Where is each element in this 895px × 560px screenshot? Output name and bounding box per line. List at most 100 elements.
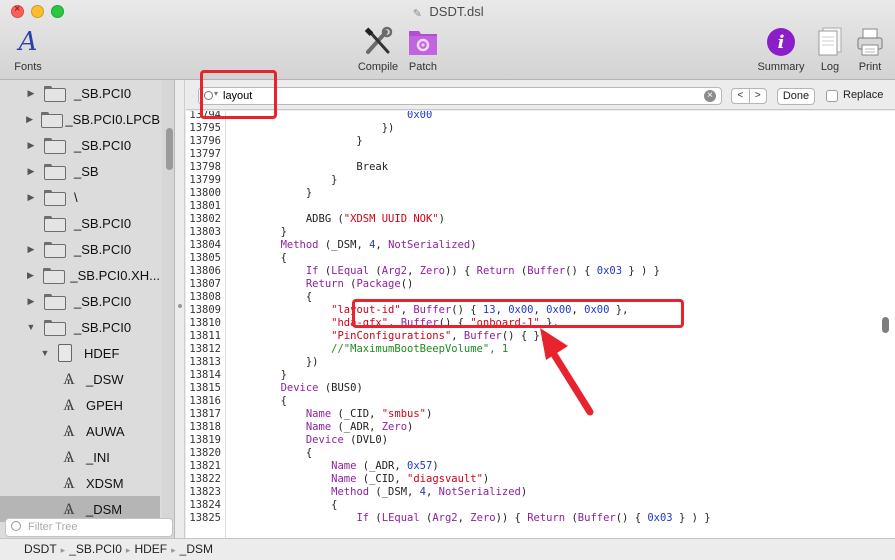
tree-item-label: \ (74, 189, 78, 205)
summary-button[interactable]: i Summary (754, 26, 808, 73)
line-number: 13798 (189, 161, 221, 173)
tree-item-label: _SB.PCI0 (74, 137, 132, 153)
method-icon: Ѧ (63, 447, 75, 466)
filter-tree-input[interactable]: Filter Tree (5, 518, 173, 537)
code-line: 13824 { (186, 499, 886, 512)
path-separator-icon: ▸ (125, 545, 131, 555)
line-number: 13823 (189, 486, 221, 498)
tree-item[interactable]: ▶ _SB.PCI0 (0, 80, 160, 106)
method-icon: Ѧ (63, 421, 75, 440)
code-line: 13806 If (LEqual (Arg2, Zero)) { Return … (186, 265, 886, 278)
patch-icon (405, 26, 441, 58)
line-number: 13809 (189, 304, 221, 316)
code-text: { (230, 291, 313, 303)
compile-button[interactable]: Compile (355, 26, 401, 73)
code-line: 13825 If (LEqual (Arg2, Zero)) { Return … (186, 512, 886, 525)
line-number: 13822 (189, 473, 221, 485)
folder-icon (44, 138, 66, 154)
path-item[interactable]: HDEF (134, 542, 167, 556)
disclosure-collapsed-icon[interactable]: ▶ (26, 166, 36, 177)
tree-item[interactable]: Ѧ _DSW (0, 366, 160, 392)
code-line: 13799 } (186, 174, 886, 187)
path-separator-icon: ▸ (171, 545, 176, 555)
code-text: } (230, 187, 313, 199)
find-input[interactable] (223, 89, 693, 103)
print-button[interactable]: Print (853, 26, 887, 73)
line-number: 13819 (189, 434, 221, 446)
document-proxy-icon[interactable]: ✎ (411, 7, 423, 20)
maciasl-window: ✎ DSDT.dsl A Fonts Compile (0, 0, 895, 560)
line-number: 13814 (189, 369, 221, 381)
replace-checkbox[interactable] (826, 90, 838, 102)
line-number: 13813 (189, 356, 221, 368)
tree-item[interactable]: ▶ _SB.PCI0.LPCB (0, 106, 160, 132)
disclosure-collapsed-icon[interactable]: ▶ (26, 114, 33, 125)
code-line: 13801 (186, 200, 886, 213)
code-line: 13820 { (186, 447, 886, 460)
line-number: 13806 (189, 265, 221, 277)
tree-item[interactable]: ▼ _SB.PCI0 (0, 314, 160, 340)
path-item[interactable]: DSDT (24, 542, 57, 556)
code-line: 13804 Method (_DSM, 4, NotSerialized) (186, 239, 886, 252)
log-button[interactable]: Log (814, 26, 846, 73)
code-text: Device (BUS0) (280, 382, 363, 394)
tree-item[interactable]: ▶ _SB.PCI0 (0, 132, 160, 158)
done-button[interactable]: Done (777, 88, 815, 105)
line-number: 13824 (189, 499, 221, 511)
code-text: Name (_ADR, Zero) (305, 421, 414, 433)
method-icon: Ѧ (63, 473, 75, 492)
disclosure-collapsed-icon[interactable]: ▶ (26, 270, 35, 281)
patch-button[interactable]: Patch (405, 26, 441, 73)
tree-item[interactable]: ▶ _SB.PCI0 (0, 236, 160, 262)
find-bar: ▾ × < > Done Replace (186, 80, 895, 110)
patch-label: Patch (408, 61, 438, 73)
toolbar: ✎ DSDT.dsl A Fonts Compile (0, 0, 895, 80)
disclosure-collapsed-icon[interactable]: ▶ (26, 140, 36, 151)
split-view-divider[interactable] (175, 80, 185, 538)
code-line: 13796 } (186, 135, 886, 148)
tree-item[interactable]: Ѧ GPEH (0, 392, 160, 418)
line-number: 13799 (189, 174, 221, 186)
code-text: Method (_DSM, 4, NotSerialized) (280, 239, 477, 251)
sidebar-scrollbar[interactable] (162, 80, 174, 538)
code-text: If (LEqual (Arg2, Zero)) { Return (Buffe… (356, 512, 711, 524)
disclosure-expanded-icon[interactable]: ▼ (26, 322, 36, 332)
code-line: 13807 Return (Package() (186, 278, 886, 291)
disclosure-collapsed-icon[interactable]: ▶ (26, 88, 36, 99)
line-number: 13815 (189, 382, 221, 394)
find-next-button[interactable]: > (750, 89, 767, 103)
clear-search-icon[interactable]: × (704, 90, 716, 102)
tree-item[interactable]: Ѧ _INI (0, 444, 160, 470)
folder-icon (44, 190, 66, 206)
path-item[interactable]: _SB.PCI0 (69, 542, 122, 556)
code-line: 13819 Device (DVL0) (186, 434, 886, 447)
tree-item[interactable]: Ѧ XDSM (0, 470, 160, 496)
tree-item[interactable]: _SB.PCI0 (0, 210, 160, 236)
tree-item[interactable]: ▼ HDEF (0, 340, 160, 366)
code-line: 13803 } (186, 226, 886, 239)
tree-item[interactable]: ▶ _SB (0, 158, 160, 184)
code-text: } (230, 174, 338, 186)
line-number: 13812 (189, 343, 221, 355)
tree-item[interactable]: ▶ _SB.PCI0 (0, 288, 160, 314)
find-previous-button[interactable]: < (732, 89, 750, 103)
fonts-button[interactable]: A Fonts (8, 26, 48, 73)
tree-item[interactable]: Ѧ AUWA (0, 418, 160, 444)
tree-item[interactable]: ▶ \ (0, 184, 160, 210)
editor-scroll-thumb[interactable] (882, 317, 889, 333)
divider-grip-icon[interactable] (178, 304, 182, 308)
svg-text:i: i (778, 32, 785, 53)
path-item[interactable]: _DSM (180, 542, 213, 556)
line-number: 13821 (189, 460, 221, 472)
sidebar-scroll-thumb[interactable] (166, 128, 173, 170)
line-number: 13797 (189, 148, 221, 160)
tree-item[interactable]: ▶ _SB.PCI0.XH... (0, 262, 160, 288)
line-number: 13807 (189, 278, 221, 290)
compile-label: Compile (357, 61, 399, 73)
disclosure-collapsed-icon[interactable]: ▶ (26, 244, 36, 255)
disclosure-collapsed-icon[interactable]: ▶ (26, 296, 36, 307)
code-text: Device (DVL0) (305, 434, 389, 446)
disclosure-collapsed-icon[interactable]: ▶ (26, 192, 36, 203)
disclosure-expanded-icon[interactable]: ▼ (40, 348, 50, 358)
tree-item-label: _DSW (86, 371, 124, 387)
